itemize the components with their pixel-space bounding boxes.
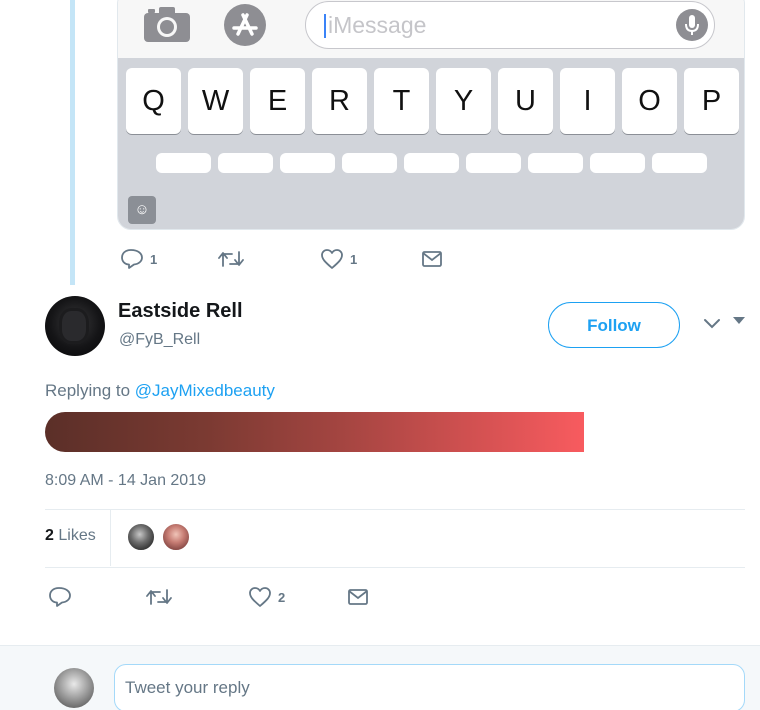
key-q: Q [126, 68, 181, 134]
key-w: W [188, 68, 243, 134]
replying-handle-link[interactable]: @JayMixedbeauty [135, 381, 275, 400]
key-row-two [218, 153, 273, 173]
tweet-gradient-image [45, 412, 584, 452]
app-store-icon [224, 4, 266, 46]
parent-tweet-actions: 1 1 [120, 248, 520, 272]
likes-stat[interactable]: 2 Likes [45, 527, 96, 545]
likes-label: Likes [58, 527, 96, 544]
key-row-two [342, 153, 397, 173]
reply-input[interactable] [114, 664, 745, 710]
retweet-action[interactable] [145, 586, 179, 608]
replying-to: Replying to @JayMixedbeauty [45, 381, 275, 401]
thread-connector-line [70, 0, 75, 285]
key-row-two [156, 153, 211, 173]
key-r: R [312, 68, 367, 134]
reply-icon [49, 587, 71, 607]
reply-action[interactable]: 1 [120, 248, 157, 270]
imessage-placeholder: iMessage [328, 12, 427, 38]
key-row-two [466, 153, 521, 173]
author-handle[interactable]: @FyB_Rell [119, 331, 200, 349]
author-avatar[interactable] [45, 296, 105, 356]
key-row-two [280, 153, 335, 173]
tweet-timestamp[interactable]: 8:09 AM - 14 Jan 2019 [45, 472, 206, 490]
retweet-icon [146, 589, 172, 605]
replying-prefix: Replying to [45, 381, 131, 400]
like-count: 2 [278, 589, 286, 605]
camera-icon [144, 7, 190, 42]
key-p: P [684, 68, 739, 134]
more-options-caret[interactable] [733, 317, 745, 324]
reply-action[interactable] [48, 586, 78, 608]
heart-icon [249, 587, 271, 607]
key-y: Y [436, 68, 491, 134]
imessage-bar: iMessage [118, 0, 744, 59]
dm-action[interactable] [346, 586, 370, 608]
tweet-actions: 2 [48, 586, 468, 610]
liker-avatar[interactable] [161, 522, 191, 552]
key-row-two [652, 153, 707, 173]
microphone-icon [676, 9, 708, 41]
reply-count: 1 [150, 251, 158, 267]
key-e: E [250, 68, 305, 134]
envelope-icon [422, 251, 442, 267]
liker-avatar[interactable] [126, 522, 156, 552]
retweet-action[interactable] [217, 248, 251, 270]
heart-icon [321, 249, 343, 269]
follow-button[interactable]: Follow [548, 302, 680, 348]
like-count: 1 [350, 251, 358, 267]
retweet-icon [218, 251, 244, 267]
like-action[interactable]: 2 [248, 586, 285, 608]
key-u: U [498, 68, 553, 134]
likes-number: 2 [45, 527, 54, 544]
author-display-name[interactable]: Eastside Rell [118, 300, 243, 323]
imessage-input: iMessage [305, 1, 715, 49]
likes-separator [110, 510, 111, 566]
dm-action[interactable] [420, 248, 444, 270]
tweet-media-image[interactable]: iMessage Q W E R T Y U I O P ☺ [117, 0, 745, 230]
chevron-down-icon[interactable] [702, 315, 722, 331]
envelope-icon [348, 589, 368, 605]
key-row-two [528, 153, 583, 173]
text-cursor [324, 14, 326, 38]
key-row-two [590, 153, 645, 173]
divider [45, 567, 745, 568]
key-t: T [374, 68, 429, 134]
key-row-two [404, 153, 459, 173]
divider [45, 509, 745, 510]
current-user-avatar [54, 668, 94, 708]
key-i: I [560, 68, 615, 134]
reply-icon [121, 249, 143, 269]
key-o: O [622, 68, 677, 134]
like-action[interactable]: 1 [320, 248, 357, 270]
emoji-key: ☺ [128, 196, 156, 224]
